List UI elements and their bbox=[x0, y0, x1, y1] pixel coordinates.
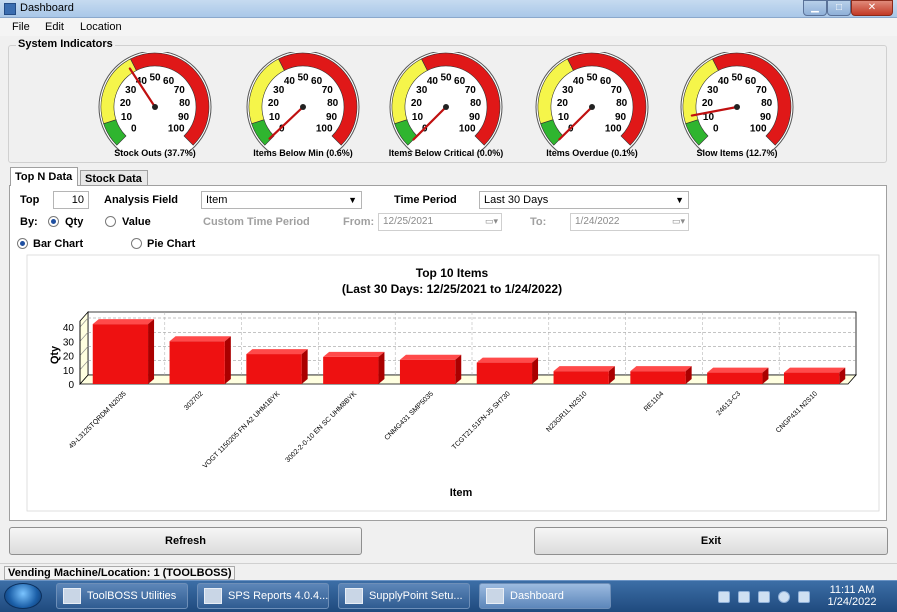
chart-bar bbox=[246, 354, 302, 384]
app-window-icon bbox=[204, 588, 222, 604]
start-button[interactable] bbox=[4, 583, 42, 609]
tab-top-n-data[interactable]: Top N Data bbox=[10, 167, 78, 186]
status-bar: Vending Machine/Location: 1 (TOOLBOSS) bbox=[0, 563, 897, 580]
flag-icon[interactable] bbox=[718, 591, 730, 603]
chart-bar-top bbox=[323, 351, 385, 357]
top-items-bar-chart: Top 10 Items (Last 30 Days: 12/25/2021 to… bbox=[26, 254, 880, 512]
chart-bar-top bbox=[399, 354, 462, 360]
chart-bar bbox=[783, 372, 840, 384]
volume-icon[interactable] bbox=[798, 591, 810, 603]
chart-bar bbox=[476, 362, 533, 384]
chart-bar-side bbox=[224, 336, 231, 384]
chart-bar bbox=[399, 359, 456, 384]
taskbar-item-label: Dashboard bbox=[510, 590, 564, 602]
chart-bar-side bbox=[148, 319, 155, 384]
globe-icon[interactable] bbox=[778, 591, 790, 603]
taskbar-item-label: SupplyPoint Setu... bbox=[369, 590, 463, 602]
chart-group: Top 10 Items (Last 30 Days: 12/25/2021 to… bbox=[26, 254, 880, 512]
chart-bar bbox=[169, 341, 225, 384]
chart-x-tick-label: CNGP431 N2S10 bbox=[775, 390, 819, 434]
chart-bar-top bbox=[169, 336, 231, 342]
chart-subtitle: (Last 30 Days: 12/25/2021 to 1/24/2022) bbox=[342, 282, 562, 296]
clock-date: 1/24/2022 bbox=[827, 596, 877, 608]
chart-bar-top bbox=[630, 366, 692, 372]
app-window-icon bbox=[345, 588, 363, 604]
chart-x-tick-label: RE1104 bbox=[643, 390, 666, 413]
app-window-icon bbox=[63, 588, 81, 604]
chart-x-tick-label: 49-L3125TQRDM N2035 bbox=[68, 390, 128, 450]
app-window-icon bbox=[486, 588, 504, 604]
taskbar-item-sps-reports[interactable]: SPS Reports 4.0.4.... bbox=[197, 583, 329, 609]
chart-y-tick-label: 40 bbox=[63, 323, 75, 334]
chart-x-axis-label: Item bbox=[450, 487, 473, 499]
chart-y-tick-label: 30 bbox=[63, 337, 75, 348]
taskbar-item-label: ToolBOSS Utilities bbox=[87, 590, 177, 602]
chart-bar-top bbox=[476, 357, 539, 363]
chart-bar bbox=[630, 371, 686, 384]
taskbar-item-toolboss-utilities[interactable]: ToolBOSS Utilities bbox=[56, 583, 188, 609]
refresh-button[interactable]: Refresh bbox=[9, 527, 362, 555]
chart-bar-top bbox=[92, 319, 155, 325]
taskbar-item-label: SPS Reports 4.0.4.... bbox=[228, 590, 329, 602]
taskbar-clock[interactable]: 11:11 AM 1/24/2022 bbox=[824, 584, 880, 608]
exit-button[interactable]: Exit bbox=[534, 527, 888, 555]
chart-x-tick-label: 302702 bbox=[183, 390, 205, 412]
chart-x-tick-label: CNMG431 SMP5035 bbox=[384, 390, 436, 442]
chart-bar-top bbox=[553, 366, 615, 372]
taskbar-item-supplypoint-setup[interactable]: SupplyPoint Setu... bbox=[338, 583, 470, 609]
chart-bar bbox=[707, 372, 763, 384]
chart-title: Top 10 Items bbox=[416, 266, 489, 280]
status-location-text: Vending Machine/Location: 1 (TOOLBOSS) bbox=[4, 566, 236, 580]
chart-bar bbox=[92, 324, 149, 384]
chart-y-tick-label: 0 bbox=[68, 380, 74, 391]
clock-time: 11:11 AM bbox=[829, 584, 875, 596]
taskbar-item-dashboard[interactable]: Dashboard bbox=[479, 583, 611, 609]
chart-x-tick-label: 3002-2-0-10 EN SC UHM8BYK bbox=[284, 390, 358, 464]
chart-bar-side bbox=[455, 354, 462, 384]
chart-bar-side bbox=[301, 349, 308, 384]
chart-bar-top bbox=[707, 367, 769, 373]
chart-x-tick-label: VOGT 1150205 FN A2 UHM1BYK bbox=[202, 390, 282, 470]
chart-y-axis-label: Qty bbox=[49, 345, 61, 364]
chart-bar-top bbox=[246, 349, 308, 355]
chart-x-tick-label: N23GR1L N2S10 bbox=[545, 390, 588, 433]
chart-x-tick-label: 24613-C3 bbox=[716, 390, 743, 417]
chart-bar bbox=[553, 371, 609, 384]
chart-bar-side bbox=[378, 351, 385, 384]
chart-y-tick-label: 10 bbox=[63, 366, 75, 377]
chart-bar bbox=[323, 356, 379, 384]
monitor-icon[interactable] bbox=[738, 591, 750, 603]
network-icon[interactable] bbox=[758, 591, 770, 603]
chart-bar-top bbox=[783, 367, 846, 373]
chart-x-tick-label: TCGT21.51FN-J5 SH730 bbox=[451, 390, 512, 451]
chart-y-tick-label: 20 bbox=[63, 352, 75, 363]
